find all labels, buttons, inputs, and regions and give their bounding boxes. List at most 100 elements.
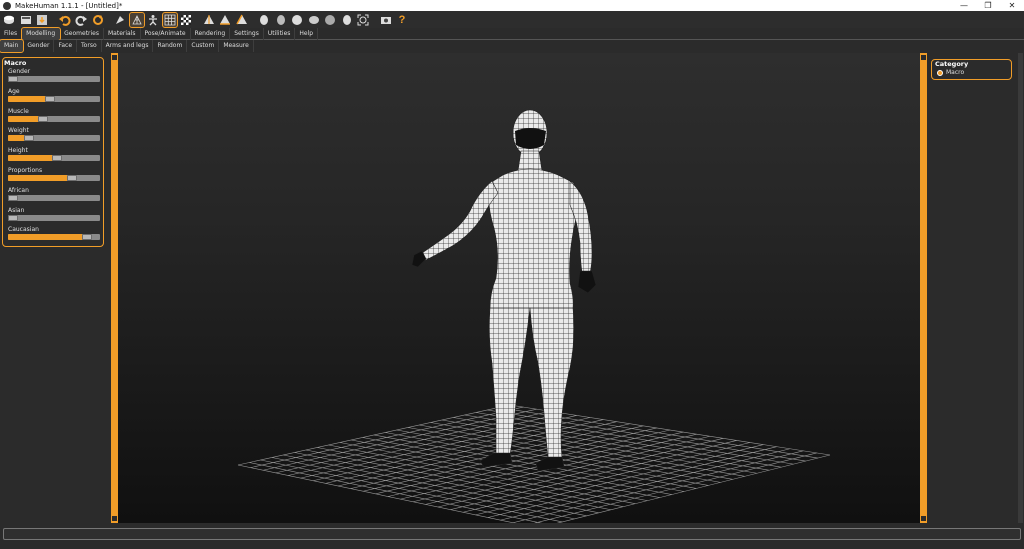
proportions-slider-handle[interactable] <box>67 175 78 181</box>
height-slider: Height <box>8 147 100 162</box>
right-view-icon[interactable] <box>274 13 288 27</box>
tab-help[interactable]: Help <box>295 28 319 40</box>
asian-slider-track[interactable] <box>8 214 100 221</box>
muscle-label: Muscle <box>8 107 29 115</box>
caucasian-slider: Caucasian <box>8 226 100 241</box>
zoom-fit-icon[interactable] <box>356 13 370 27</box>
maximize-button[interactable]: ❐ <box>976 0 1000 11</box>
bottom-view-icon[interactable] <box>307 13 321 27</box>
gender-slider-track[interactable] <box>8 76 100 82</box>
scroll-up-arrow-icon[interactable] <box>112 55 117 60</box>
height-slider-fill <box>8 155 53 162</box>
undo-icon[interactable] <box>58 13 72 27</box>
right-panel-scrollbar[interactable] <box>1018 53 1023 523</box>
app-logo-icon <box>3 1 11 10</box>
subtab-main[interactable]: Main <box>0 39 25 53</box>
african-slider-track[interactable] <box>8 194 100 201</box>
left-scrollbar[interactable] <box>111 53 118 523</box>
status-bar <box>0 523 1024 549</box>
muscle-slider-track[interactable] <box>8 115 100 122</box>
close-button[interactable]: ✕ <box>1000 0 1024 11</box>
height-slider-handle[interactable] <box>52 155 63 162</box>
caucasian-slider-track[interactable] <box>8 234 100 241</box>
age-slider-track[interactable] <box>8 95 100 102</box>
pose-icon[interactable] <box>146 13 160 27</box>
age-slider-fill <box>8 95 45 102</box>
african-slider-handle[interactable] <box>8 194 18 201</box>
caucasian-slider-fill <box>8 234 82 241</box>
caucasian-slider-handle[interactable] <box>81 234 92 241</box>
macro-title: Macro <box>4 59 27 67</box>
main-toolbar: ? <box>0 11 1024 28</box>
tab-files[interactable]: Files <box>0 28 23 40</box>
minimize-button[interactable]: — <box>952 0 976 11</box>
back-view-icon[interactable] <box>218 13 232 27</box>
age-label: Age <box>8 87 20 95</box>
tab-utilities[interactable]: Utilities <box>264 28 296 40</box>
right-viewport-scrollbar[interactable] <box>920 53 927 523</box>
proportions-slider-track[interactable] <box>8 175 100 181</box>
subtab-torso[interactable]: Torso <box>77 40 102 52</box>
top-view-icon[interactable] <box>290 13 304 27</box>
status-message-field <box>3 528 1021 540</box>
weight-slider-handle[interactable] <box>24 135 35 142</box>
radio-selected-icon[interactable] <box>937 69 943 76</box>
left-panel: Macro Gender Age Muscle Weight Height Proport… <box>0 53 110 523</box>
age-slider-handle[interactable] <box>44 95 55 102</box>
weight-label: Weight <box>8 127 29 135</box>
weight-slider-fill <box>8 135 25 142</box>
front-view-icon[interactable] <box>202 13 216 27</box>
subtab-random[interactable]: Random <box>153 40 188 52</box>
orbit-icon[interactable] <box>340 13 354 27</box>
sub-tabs: Main Gender Face Torso Arms and legs Random Cu… <box>0 39 1024 53</box>
right-panel: Category Macro <box>927 53 1024 523</box>
load-icon[interactable] <box>19 13 33 27</box>
export-icon[interactable] <box>35 13 49 27</box>
subtab-measure[interactable]: Measure <box>219 40 254 52</box>
tab-modelling[interactable]: Modelling <box>21 27 62 41</box>
subtab-gender[interactable]: Gender <box>23 40 55 52</box>
save-icon[interactable] <box>2 13 16 27</box>
age-slider: Age <box>8 88 100 102</box>
asian-slider-handle[interactable] <box>8 214 18 221</box>
title-bar: MakeHuman 1.1.1 - [Untitled]* — ❐ ✕ <box>0 0 1024 11</box>
screenshot-icon[interactable] <box>379 13 393 27</box>
weight-slider-track[interactable] <box>8 135 100 142</box>
category-radio-macro[interactable]: Macro <box>937 69 964 76</box>
reset-camera-icon[interactable] <box>323 13 337 27</box>
tab-geometries[interactable]: Geometries <box>60 28 104 40</box>
scroll-up-arrow-icon[interactable] <box>921 55 926 60</box>
muscle-slider-handle[interactable] <box>37 115 48 122</box>
left-view-icon[interactable] <box>257 13 271 27</box>
redo-icon[interactable] <box>74 13 88 27</box>
human-model-view <box>237 109 831 523</box>
height-label: Height <box>8 147 28 155</box>
height-slider-track[interactable] <box>8 155 100 162</box>
gender-slider: Gender <box>8 68 100 82</box>
grid-icon[interactable] <box>161 11 178 28</box>
side-view-icon[interactable] <box>235 13 249 27</box>
window-controls: — ❐ ✕ <box>952 0 1024 11</box>
subtab-custom[interactable]: Custom <box>187 40 220 52</box>
smooth-icon[interactable] <box>113 13 127 27</box>
subtab-arms-and-legs[interactable]: Arms and legs <box>102 40 154 52</box>
caucasian-label: Caucasian <box>8 226 39 234</box>
3d-viewport[interactable] <box>118 53 927 523</box>
tab-settings[interactable]: Settings <box>230 28 264 40</box>
wireframe-icon[interactable] <box>128 11 145 28</box>
category-title: Category <box>935 60 969 68</box>
main-tabs: Files Modelling Geometries Materials Pose/An… <box>0 27 1024 41</box>
subtab-face[interactable]: Face <box>54 40 78 52</box>
muscle-slider: Muscle <box>8 108 100 122</box>
tab-rendering[interactable]: Rendering <box>191 28 231 40</box>
tab-materials[interactable]: Materials <box>104 28 141 40</box>
makehuman-window: MakeHuman 1.1.1 - [Untitled]* — ❐ ✕ ? Fi… <box>0 0 1024 549</box>
checker-background-icon[interactable] <box>179 13 193 27</box>
tab-pose-animate[interactable]: Pose/Animate <box>141 28 191 40</box>
scroll-down-arrow-icon[interactable] <box>921 516 926 521</box>
help-icon[interactable]: ? <box>395 13 409 27</box>
scroll-down-arrow-icon[interactable] <box>112 516 117 521</box>
asian-slider: Asian <box>8 207 100 221</box>
reset-icon[interactable] <box>91 13 105 27</box>
gender-slider-handle[interactable] <box>8 76 18 82</box>
